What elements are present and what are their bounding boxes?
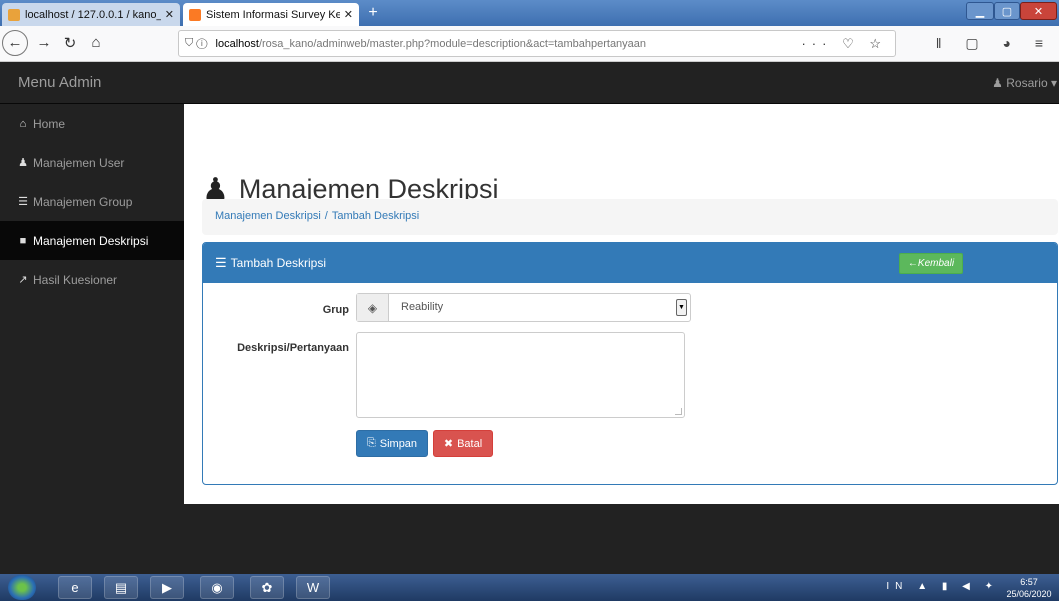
save-button[interactable]: ⎘ Simpan <box>356 430 428 457</box>
browser-tab-phpmyadmin[interactable]: localhost / 127.0.0.1 / kano_ros ✕ <box>2 3 180 26</box>
sidebar-item-home[interactable]: ⌂ Home <box>0 104 184 143</box>
page-actions-icon[interactable]: ··· ♡ ☆ <box>801 36 887 52</box>
app-navbar: Menu Admin ♟ Rosario ▾ <box>0 62 1059 104</box>
dropdown-arrow-icon[interactable]: ▼ <box>676 299 687 316</box>
arrow-left-icon: ← <box>907 258 918 269</box>
panel-heading: ☰ Tambah Deskripsi ← Kembali <box>203 243 1057 283</box>
group-label: Grup <box>322 304 349 316</box>
tags-icon: ◈ <box>357 294 389 321</box>
windows-taskbar: e ▤ ▶ ◉ ✿ W IN ▲ ▮ ◀ ✦ 6:57 25/06/2020 <box>0 574 1059 601</box>
user-icon: ♟ <box>18 157 28 169</box>
description-textarea[interactable] <box>356 332 685 418</box>
sidebar-item-label: Manajemen Group <box>33 194 133 209</box>
start-button[interactable] <box>8 575 36 600</box>
sidebar-item-groups[interactable]: ☰ Manajemen Group <box>0 182 184 221</box>
main-content: ♟ Manajemen Deskripsi Manajemen Deskrips… <box>184 104 1059 504</box>
back-arrow-icon[interactable]: ← <box>2 30 28 56</box>
xampp-icon[interactable]: ✿ <box>250 576 284 599</box>
cancel-button[interactable]: ✖ Batal <box>433 430 493 457</box>
xampp-favicon-icon <box>189 8 201 21</box>
url-path: /rosa_kano/adminweb/master.php?module=de… <box>258 37 647 50</box>
external-link-icon: ↗ <box>18 274 28 286</box>
breadcrumb-item-current[interactable]: Tambah Deskripsi <box>332 210 419 222</box>
description-label: Deskripsi/Pertanyaan <box>237 342 349 354</box>
breadcrumb-item[interactable]: Manajemen Deskripsi <box>215 210 321 222</box>
word-icon[interactable]: W <box>296 576 330 599</box>
brand-title[interactable]: Menu Admin <box>18 74 101 91</box>
site-info-icon[interactable]: ⛉ ⓘ <box>185 37 208 50</box>
form-panel: ☰ Tambah Deskripsi ← Kembali Grup ◈ Reab… <box>202 242 1058 485</box>
sidebar-item-users[interactable]: ♟ Manajemen User <box>0 143 184 182</box>
sidebar: ⌂ Home ♟ Manajemen User ☰ Manajemen Grou… <box>0 104 184 574</box>
url-host: localhost <box>215 37 259 50</box>
clock-date: 25/06/2020 <box>1006 589 1052 599</box>
language-indicator[interactable]: IN <box>886 581 908 592</box>
browser-toolbar-icons[interactable]: ‖ ▢ ◕ ≡ <box>936 35 1053 52</box>
sidebar-item-label: Hasil Kuesioner <box>33 272 118 287</box>
reload-icon[interactable]: ↻ <box>60 34 80 52</box>
page-footer-area <box>184 504 1059 574</box>
browser-tab-active[interactable]: Sistem Informasi Survey Kepuas ✕ <box>183 3 359 26</box>
caret-down-icon: ▾ <box>1050 76 1057 90</box>
browser-toolbar: ← → ↻ ⌂ ⛉ ⓘ localhost/rosa_kano/adminweb… <box>0 26 1059 62</box>
group-select[interactable]: ◈ Reability ▼ <box>356 293 691 322</box>
firefox-icon[interactable]: ◉ <box>200 576 234 599</box>
tab-title: Sistem Informasi Survey Kepuas <box>206 8 340 21</box>
cancel-button-label: Batal <box>457 437 483 450</box>
tray-icons[interactable]: ▲ ▮ ◀ ✦ <box>917 581 999 592</box>
media-player-icon[interactable]: ▶ <box>150 576 184 599</box>
list-icon: ☰ <box>18 196 28 208</box>
sidebar-item-label: Manajemen User <box>33 155 125 170</box>
sidebar-item-label: Manajemen Deskripsi <box>33 233 149 248</box>
new-tab-button[interactable]: + <box>363 4 383 22</box>
system-tray[interactable]: IN ▲ ▮ ◀ ✦ <box>886 581 999 592</box>
book-icon: ■ <box>19 234 27 247</box>
back-button-label: Kembali <box>917 258 955 269</box>
panel-title: Tambah Deskripsi <box>230 256 327 270</box>
ie-icon[interactable]: e <box>58 576 92 599</box>
url-bar[interactable]: ⛉ ⓘ localhost/rosa_kano/adminweb/master.… <box>178 30 896 57</box>
system-clock[interactable]: 6:57 25/06/2020 <box>1005 576 1053 600</box>
sidebar-item-label: Home <box>33 116 66 131</box>
save-button-label: Simpan <box>379 437 418 450</box>
tab-title: localhost / 127.0.0.1 / kano_ros <box>25 8 161 21</box>
user-icon: ♟ <box>992 76 1003 90</box>
breadcrumb: Manajemen Deskripsi / Tambah Deskripsi <box>202 199 1058 235</box>
phpmyadmin-favicon-icon <box>8 8 20 21</box>
close-tab-icon[interactable]: ✕ <box>344 8 353 21</box>
home-icon[interactable]: ⌂ <box>86 34 106 51</box>
browser-tab-strip: localhost / 127.0.0.1 / kano_ros ✕ Siste… <box>0 0 1059 26</box>
home-icon: ⌂ <box>19 117 27 130</box>
explorer-folder-icon[interactable]: ▤ <box>104 576 138 599</box>
save-icon: ⎘ <box>366 437 376 449</box>
window-close-button[interactable]: ✕ <box>1020 2 1057 20</box>
list-icon: ☰ <box>215 255 227 270</box>
back-button[interactable]: ← Kembali <box>899 253 963 274</box>
close-icon: ✖ <box>443 438 454 450</box>
window-maximize-button[interactable]: ▢ <box>994 2 1020 20</box>
user-name: Rosario <box>1006 76 1048 90</box>
breadcrumb-separator: / <box>324 210 328 222</box>
sidebar-item-descriptions[interactable]: ■ Manajemen Deskripsi <box>0 221 184 260</box>
sidebar-item-results[interactable]: ↗ Hasil Kuesioner <box>0 260 184 299</box>
window-minimize-button[interactable]: ▁ <box>966 2 994 20</box>
user-menu[interactable]: ♟ Rosario ▾ <box>992 76 1057 90</box>
clock-time: 6:57 <box>1020 577 1038 587</box>
panel-body: Grup ◈ Reability ▼ Deskripsi/Pertanyaan … <box>203 283 1057 484</box>
forward-arrow-icon[interactable]: → <box>34 34 54 51</box>
close-tab-icon[interactable]: ✕ <box>165 8 174 21</box>
group-select-value: Reability <box>401 301 444 313</box>
